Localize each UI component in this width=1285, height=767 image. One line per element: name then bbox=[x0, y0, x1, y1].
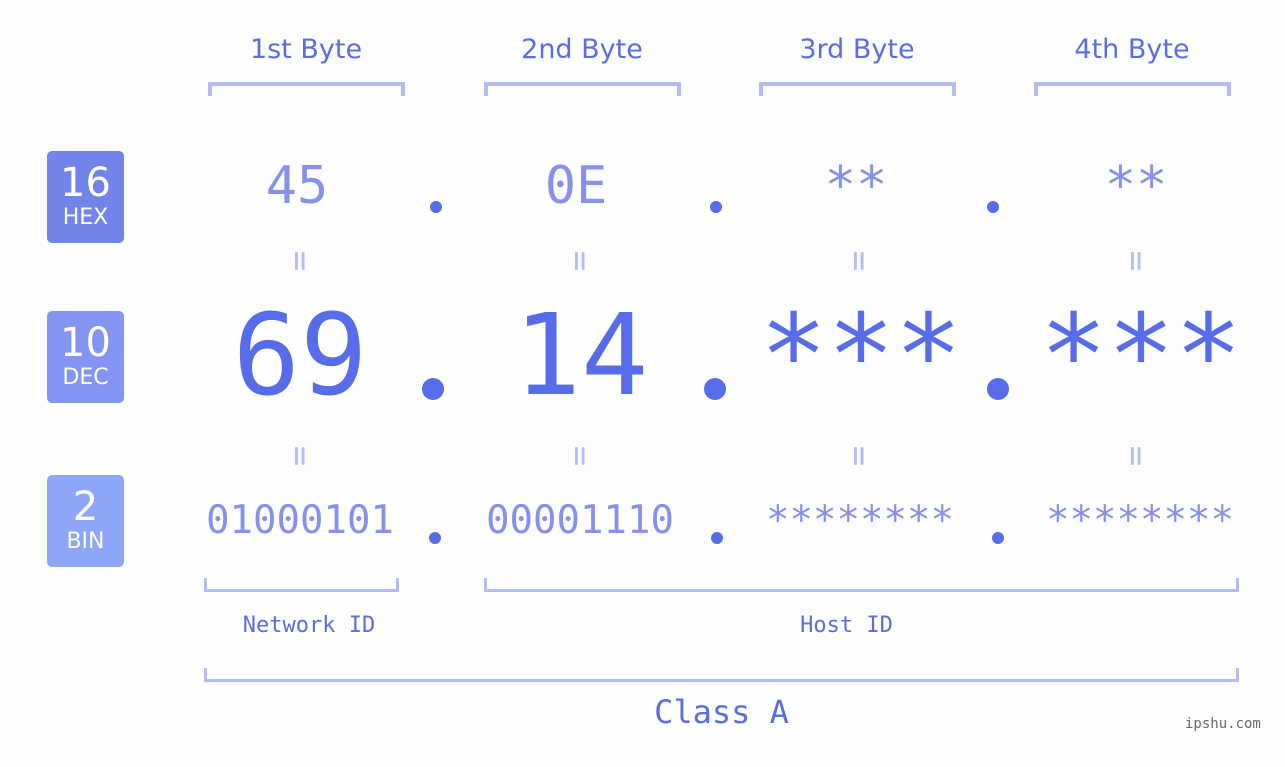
host-id-label: Host ID bbox=[800, 613, 893, 638]
equals-sign: = bbox=[279, 250, 320, 272]
dec-separator-dot-1 bbox=[422, 378, 444, 400]
dec-byte-3: *** bbox=[759, 291, 963, 421]
hex-byte-4: ** bbox=[1104, 156, 1168, 216]
dec-base-label: DEC bbox=[62, 365, 109, 390]
equals-sign: = bbox=[1115, 250, 1156, 272]
equals-sign: = bbox=[838, 250, 879, 272]
dec-separator-dot-2 bbox=[704, 378, 726, 400]
byte-bracket-2 bbox=[484, 82, 681, 96]
host-id-bracket bbox=[484, 578, 1239, 592]
class-label: Class A bbox=[654, 693, 789, 731]
bin-badge: 2 BIN bbox=[47, 475, 124, 567]
equals-sign: = bbox=[1115, 445, 1156, 467]
equals-sign: = bbox=[559, 250, 600, 272]
hex-byte-2: 0E bbox=[544, 156, 608, 216]
byte-header-2: 2nd Byte bbox=[521, 34, 643, 65]
dec-byte-2: 14 bbox=[513, 291, 649, 421]
equals-sign: = bbox=[279, 445, 320, 467]
dec-byte-4: *** bbox=[1039, 291, 1243, 421]
equals-sign: = bbox=[838, 445, 879, 467]
hex-base-label: HEX bbox=[62, 205, 109, 230]
bin-byte-2: 00001110 bbox=[486, 498, 674, 543]
hex-byte-1: 45 bbox=[265, 156, 329, 216]
byte-header-3: 3rd Byte bbox=[799, 34, 915, 65]
bin-separator-dot-3 bbox=[992, 532, 1004, 544]
bin-base-number: 2 bbox=[72, 484, 99, 530]
dec-separator-dot-3 bbox=[987, 378, 1009, 400]
hex-badge: 16 HEX bbox=[47, 151, 124, 243]
bin-base-label: BIN bbox=[66, 529, 105, 554]
dec-badge: 10 DEC bbox=[47, 311, 124, 403]
watermark: ipshu.com bbox=[1185, 716, 1261, 732]
hex-base-number: 16 bbox=[60, 160, 111, 206]
dec-byte-1: 69 bbox=[232, 291, 368, 421]
byte-bracket-3 bbox=[759, 82, 956, 96]
class-bracket bbox=[204, 668, 1239, 682]
byte-bracket-4 bbox=[1034, 82, 1231, 96]
bin-byte-1: 01000101 bbox=[206, 498, 394, 543]
network-id-bracket bbox=[204, 578, 399, 592]
bin-byte-4: ******** bbox=[1046, 498, 1234, 543]
byte-header-4: 4th Byte bbox=[1074, 34, 1190, 65]
byte-bracket-1 bbox=[208, 82, 405, 96]
dec-base-number: 10 bbox=[60, 320, 111, 366]
hex-separator-dot-2 bbox=[710, 201, 722, 213]
bin-separator-dot-1 bbox=[429, 532, 441, 544]
bin-byte-3: ******** bbox=[766, 498, 954, 543]
hex-separator-dot-3 bbox=[987, 201, 999, 213]
byte-header-1: 1st Byte bbox=[249, 34, 363, 65]
hex-separator-dot-1 bbox=[430, 201, 442, 213]
network-id-label: Network ID bbox=[242, 613, 376, 638]
equals-sign: = bbox=[559, 445, 600, 467]
bin-separator-dot-2 bbox=[711, 532, 723, 544]
hex-byte-3: ** bbox=[824, 156, 888, 216]
